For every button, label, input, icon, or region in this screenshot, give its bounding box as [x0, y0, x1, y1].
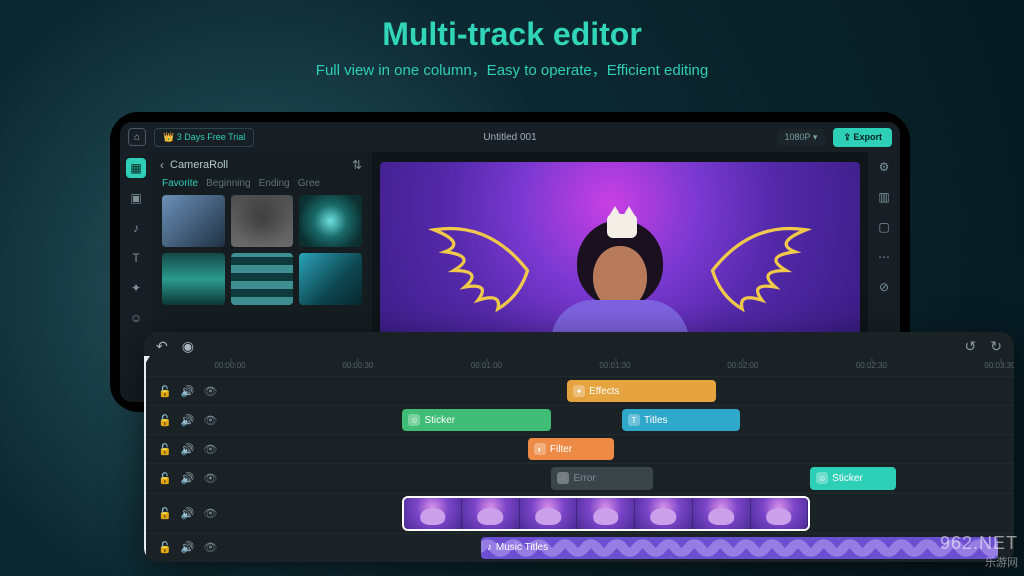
media-back-button[interactable]: ‹	[160, 158, 164, 172]
eye-icon[interactable]: 👁	[203, 414, 217, 427]
clip-error[interactable]: ✕Error	[551, 467, 653, 489]
media-tabs: Favorite Beginning Ending Gree	[152, 174, 372, 195]
speaker-icon[interactable]: 🔊	[181, 414, 195, 427]
settings-icon[interactable]: ⚙	[875, 158, 893, 176]
ruler-tick: 00:01:30	[599, 361, 630, 370]
hero-banner: Multi-track editor Full view in one colu…	[0, 0, 1024, 86]
ruler-tick: 00:03:30	[984, 361, 1014, 370]
audio-clip[interactable]: ♪Music Titles	[481, 537, 998, 559]
media-thumb[interactable]	[162, 253, 225, 305]
track-row: 🔓 🔊 👁 ✦Effects	[144, 376, 1014, 405]
video-clip[interactable]	[402, 496, 810, 531]
ruler-tick: 00:00:30	[342, 361, 373, 370]
media-folder-label[interactable]: CameraRoll	[170, 159, 228, 171]
eye-icon[interactable]: 👁	[203, 385, 217, 398]
media-tab-more[interactable]: Gree	[298, 178, 320, 189]
speaker-icon[interactable]: 🔊	[181, 443, 195, 456]
redo-icon[interactable]: ↻	[990, 338, 1002, 355]
track-row: 🔓 🔊 👁 ◐Filter	[144, 434, 1014, 463]
camera-tool-icon[interactable]: ▣	[126, 188, 146, 208]
trial-button[interactable]: 👑 3 Days Free Trial	[154, 128, 254, 147]
clip-titles[interactable]: TTitles	[622, 409, 740, 431]
speaker-icon[interactable]: 🔊	[181, 385, 195, 398]
text-tool-icon[interactable]: T	[126, 248, 146, 268]
lock-icon[interactable]: 🔓	[158, 541, 172, 554]
hero-title: Multi-track editor	[0, 16, 1024, 53]
block-icon[interactable]: ⊘	[875, 278, 893, 296]
hero-subtitle: Full view in one column，Easy to operate，…	[0, 59, 1024, 80]
watermark: 962.NET 乐游网	[940, 533, 1018, 570]
media-thumb[interactable]	[299, 195, 362, 247]
watermark-sub: 乐游网	[940, 554, 1018, 570]
media-tab-beginning[interactable]: Beginning	[206, 178, 250, 189]
timeline-toolbar: ↶ ◉ ↺ ↻	[144, 332, 1014, 360]
lock-icon[interactable]: 🔓	[158, 507, 172, 520]
dots-icon[interactable]: ⋯	[875, 248, 893, 266]
speaker-icon[interactable]: 🔊	[181, 507, 195, 520]
speaker-icon[interactable]: 🔊	[181, 472, 195, 485]
lock-icon[interactable]: 🔓	[158, 443, 172, 456]
wing-left-graphic	[418, 210, 538, 320]
timeline-record-icon[interactable]: ◉	[182, 338, 194, 355]
track-audio-row: 🔓 🔊 👁 ♪Music Titles	[144, 533, 1014, 562]
undo-icon[interactable]: ↺	[965, 338, 977, 355]
wing-right-graphic	[702, 210, 822, 320]
lock-icon[interactable]: 🔓	[158, 385, 172, 398]
export-button[interactable]: ⇪ Export	[833, 128, 892, 147]
crop-icon[interactable]: ▢	[875, 218, 893, 236]
trial-label: 3 Days Free Trial	[177, 132, 246, 142]
resolution-button[interactable]: 1080P ▾	[777, 129, 826, 146]
layers-icon[interactable]: ▥	[875, 188, 893, 206]
media-thumb[interactable]	[162, 195, 225, 247]
clip-effects[interactable]: ✦Effects	[567, 380, 716, 402]
watermark-main: 962.NET	[940, 533, 1018, 554]
media-tab-ending[interactable]: Ending	[259, 178, 290, 189]
playhead[interactable]	[144, 360, 146, 562]
project-title[interactable]: Untitled 001	[483, 132, 536, 143]
ruler-tick: 00:02:30	[856, 361, 887, 370]
sticker-tool-icon[interactable]: ☺	[126, 308, 146, 328]
eye-icon[interactable]: 👁	[203, 443, 217, 456]
speaker-icon[interactable]: 🔊	[181, 541, 195, 554]
clip-sticker[interactable]: ☺Sticker	[402, 409, 551, 431]
media-thumbnails	[152, 195, 372, 305]
filter-icon[interactable]: ⇅	[352, 158, 362, 172]
media-tool-icon[interactable]: ▦	[126, 158, 146, 178]
tracks: 🔓 🔊 👁 ✦Effects 🔓 🔊 👁 ☺Sticker TTitles 🔓 🔊 👁 ◐F…	[144, 376, 1014, 562]
media-thumb[interactable]	[231, 253, 294, 305]
timeline-panel: ↶ ◉ ↺ ↻ 00:00:00 00:00:30 00:01:00 00:01…	[144, 332, 1014, 562]
timeline-ruler[interactable]: 00:00:00 00:00:30 00:01:00 00:01:30 00:0…	[144, 360, 1014, 376]
timeline-back-icon[interactable]: ↶	[156, 338, 168, 355]
ruler-tick: 00:00:00	[214, 361, 245, 370]
home-button[interactable]: ⌂	[128, 128, 146, 146]
eye-icon[interactable]: 👁	[203, 507, 217, 520]
ruler-tick: 00:02:00	[727, 361, 758, 370]
clip-filter[interactable]: ◐Filter	[528, 438, 614, 460]
top-bar: ⌂ 👑 3 Days Free Trial Untitled 001 1080P…	[120, 122, 900, 152]
eye-icon[interactable]: 👁	[203, 472, 217, 485]
eye-icon[interactable]: 👁	[203, 541, 217, 554]
lock-icon[interactable]: 🔓	[158, 414, 172, 427]
audio-tool-icon[interactable]: ♪	[126, 218, 146, 238]
media-tab-favorite[interactable]: Favorite	[162, 178, 198, 189]
lock-icon[interactable]: 🔓	[158, 472, 172, 485]
effects-tool-icon[interactable]: ✦	[126, 278, 146, 298]
media-thumb[interactable]	[299, 253, 362, 305]
clip-sticker[interactable]: ☺Sticker	[810, 467, 896, 489]
ruler-tick: 00:01:00	[471, 361, 502, 370]
track-video-row: 🔓 🔊 👁	[144, 493, 1014, 533]
track-row: 🔓 🔊 👁 ☺Sticker TTitles	[144, 405, 1014, 434]
media-thumb[interactable]	[231, 195, 294, 247]
track-row: 🔓 🔊 👁 ✕Error ☺Sticker	[144, 463, 1014, 492]
